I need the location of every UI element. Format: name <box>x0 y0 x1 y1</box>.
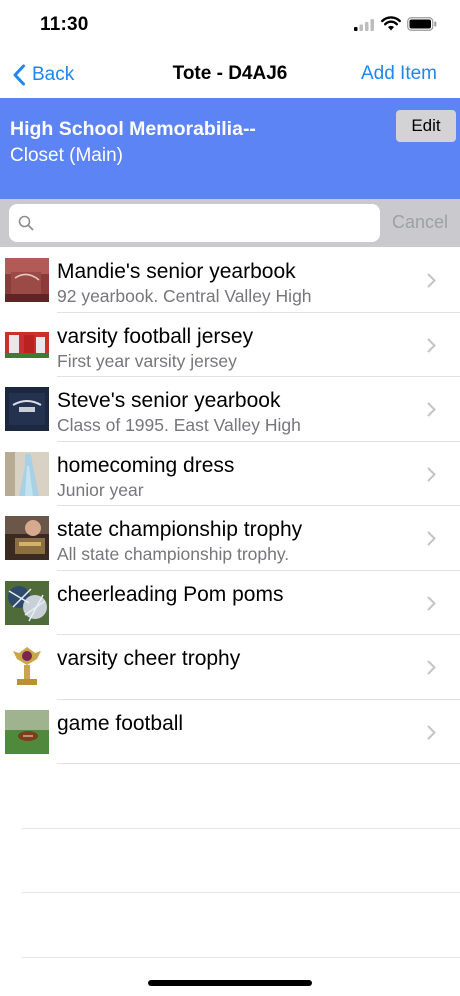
edit-button[interactable]: Edit <box>396 110 456 142</box>
back-button[interactable]: Back <box>12 62 74 88</box>
empty-row <box>0 829 460 894</box>
back-label: Back <box>32 64 75 85</box>
item-subtitle: 92 yearbook. Central Valley High <box>57 286 312 306</box>
empty-row <box>0 764 460 829</box>
item-title: Steve's senior yearbook <box>57 389 281 412</box>
item-thumbnail <box>5 387 49 431</box>
chevron-right-icon <box>427 725 436 739</box>
tote-name: High School Memorabilia-- <box>10 118 256 140</box>
search-bar: Cancel <box>0 199 460 247</box>
list-item[interactable]: state championship trophy All state cham… <box>0 506 460 571</box>
search-icon <box>18 215 34 231</box>
item-thumbnail <box>5 709 49 754</box>
item-title: cheerleading Pom poms <box>57 582 284 606</box>
tote-location: Closet (Main) <box>10 145 123 166</box>
list-item[interactable]: homecoming dress Junior year <box>0 442 460 507</box>
item-thumbnail <box>5 258 49 302</box>
list-item[interactable]: varsity cheer trophy <box>0 635 460 700</box>
item-title: varsity football jersey <box>57 324 254 348</box>
list-item[interactable]: varsity football jersey First year varsi… <box>0 313 460 378</box>
empty-row <box>0 893 460 958</box>
chevron-right-icon <box>427 338 436 352</box>
navigation-bar: Back Tote - D4AJ6 Add Item <box>0 50 460 98</box>
home-indicator[interactable] <box>148 980 312 986</box>
items-list: Mandie's senior yearbook 92 yearbook. Ce… <box>0 248 460 958</box>
chevron-right-icon <box>427 531 436 546</box>
item-thumbnail <box>5 645 49 689</box>
status-time: 11:30 <box>40 14 89 35</box>
item-subtitle: Junior year <box>57 479 144 500</box>
item-title: varsity cheer trophy <box>57 647 241 670</box>
tote-header: High School Memorabilia-- Closet (Main) … <box>0 98 460 199</box>
chevron-right-icon <box>427 660 436 675</box>
item-thumbnail <box>5 322 49 367</box>
cancel-button[interactable]: Cancel <box>392 212 448 233</box>
list-item[interactable]: Steve's senior yearbook Class of 1995. E… <box>0 377 460 442</box>
item-title: homecoming dress <box>57 453 235 477</box>
item-title: state championship trophy <box>57 518 303 541</box>
add-item-button[interactable]: Add Item <box>361 63 437 85</box>
item-thumbnail <box>5 580 49 625</box>
search-input[interactable] <box>43 204 373 242</box>
item-title: Mandie's senior yearbook <box>57 260 296 283</box>
chevron-right-icon <box>427 467 436 481</box>
battery-icon <box>407 17 437 31</box>
item-thumbnail <box>5 516 49 560</box>
wifi-icon <box>381 16 401 31</box>
cellular-signal-icon <box>354 19 374 31</box>
chevron-left-icon <box>13 64 25 86</box>
chevron-right-icon <box>427 273 436 288</box>
item-title: game football <box>57 711 184 735</box>
search-field[interactable] <box>9 204 380 242</box>
status-bar: 11:30 <box>0 0 460 50</box>
item-subtitle: Class of 1995. East Valley High <box>57 415 301 435</box>
item-subtitle: All state championship trophy. <box>57 544 290 564</box>
item-thumbnail <box>5 451 49 496</box>
chevron-right-icon <box>427 402 436 417</box>
list-item[interactable]: game football <box>0 700 460 765</box>
item-subtitle: First year varsity jersey <box>57 350 237 371</box>
chevron-right-icon <box>427 596 436 610</box>
list-item[interactable]: Mandie's senior yearbook 92 yearbook. Ce… <box>0 248 460 313</box>
list-item[interactable]: cheerleading Pom poms <box>0 571 460 636</box>
